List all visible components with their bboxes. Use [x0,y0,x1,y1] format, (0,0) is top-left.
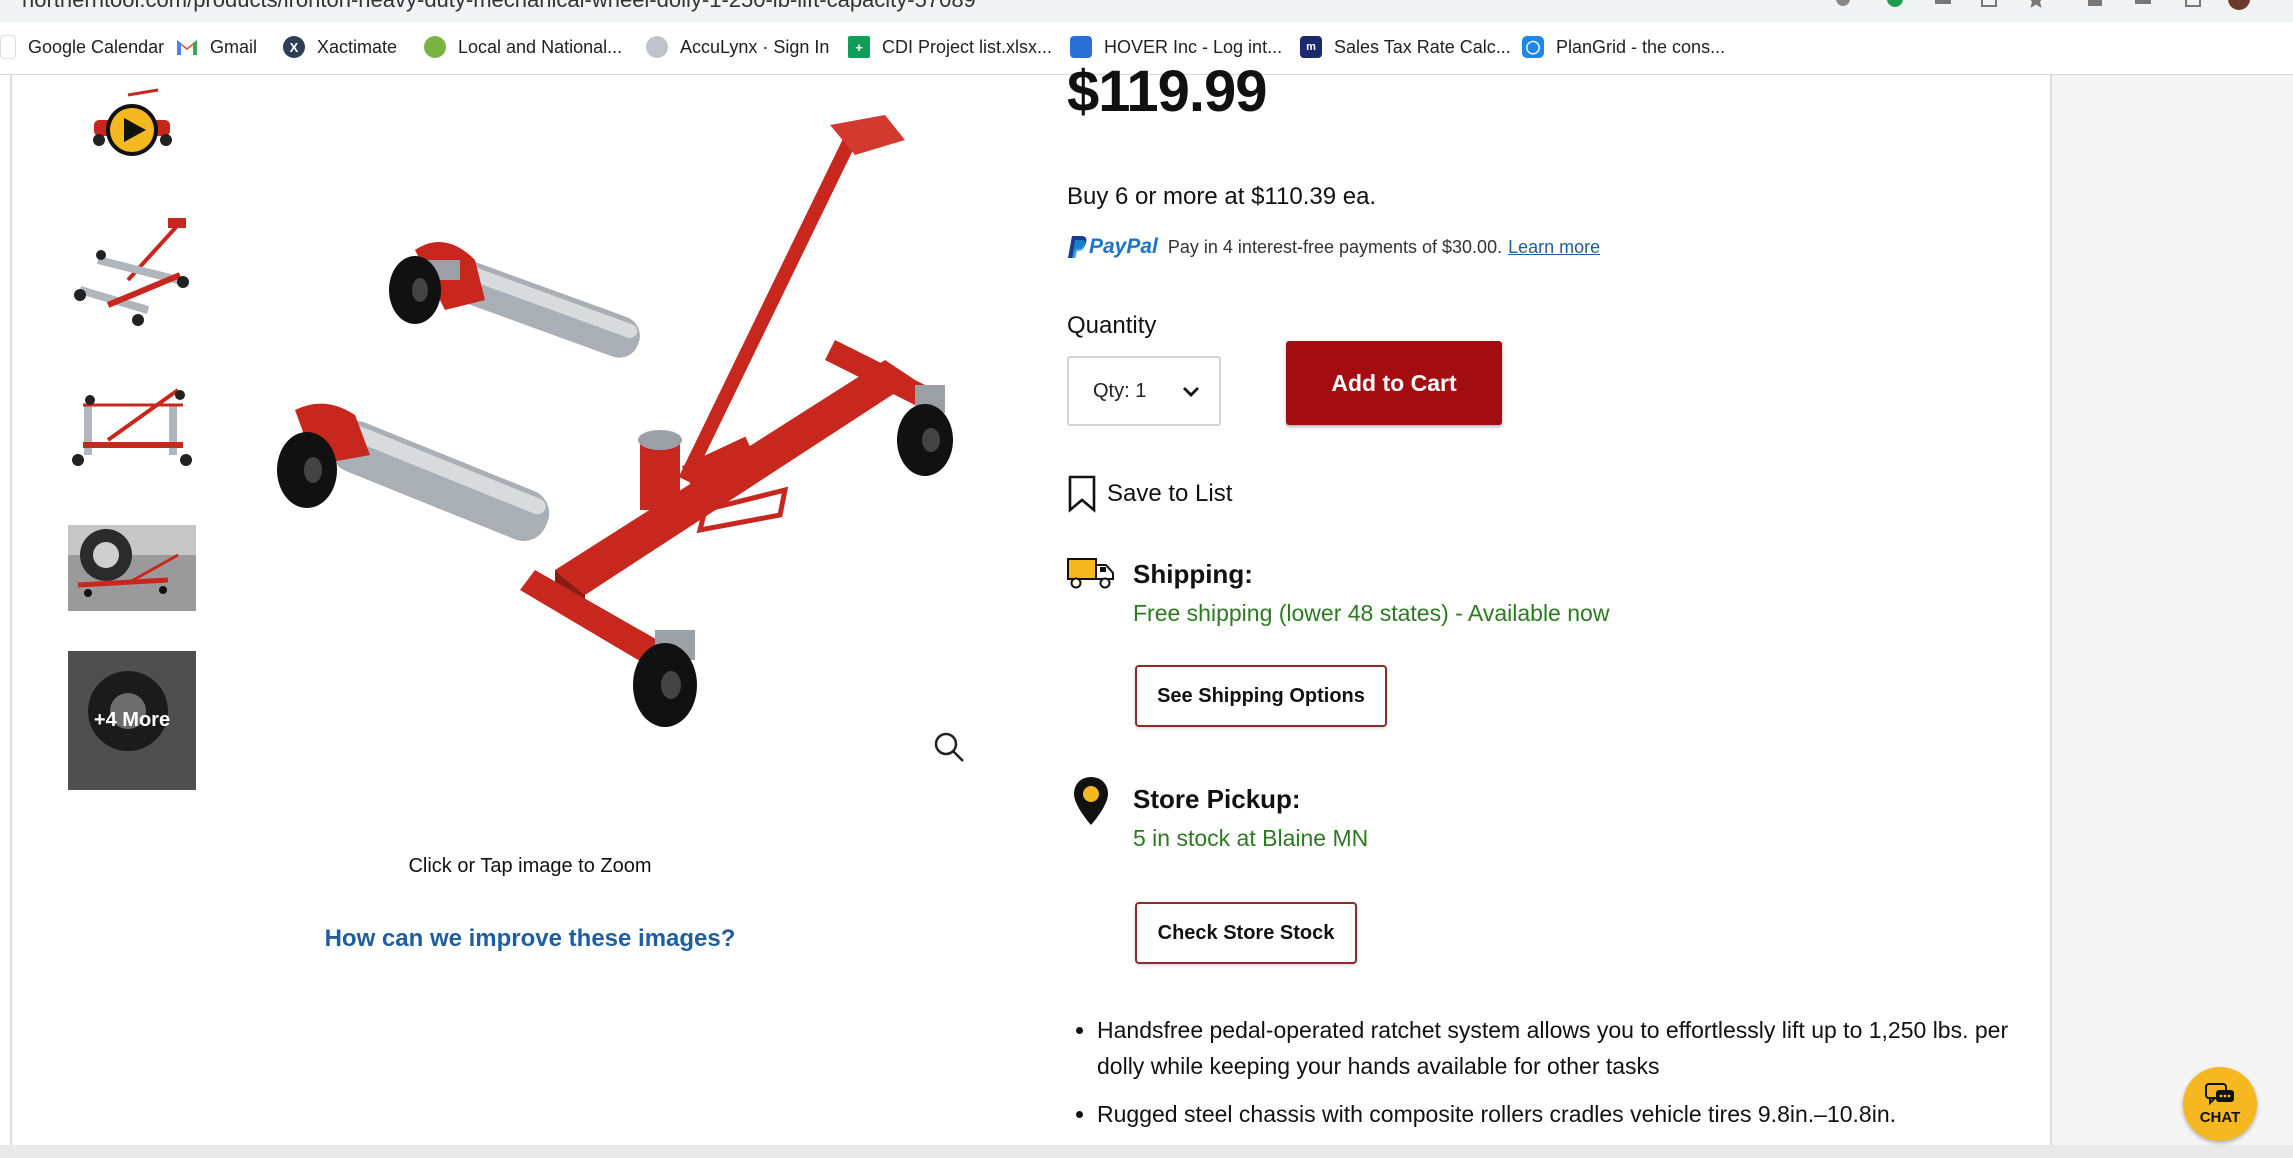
product-price: $119.99 [1067,59,1267,124]
store-pickup-heading: Store Pickup: [1133,784,1301,814]
feature-item: Handsfree pedal-operated ratchet system … [1097,1012,2017,1084]
url-text[interactable]: northerntool.com/products/ironton-heavy-… [22,0,976,13]
more-images-label[interactable]: +4 More [68,651,196,790]
paypal-installment-text: Pay in 4 interest-free payments of $30.0… [1167,236,1503,257]
bookmark-label: CDI Project list.xlsx... [882,36,1053,57]
dolly-thumbnail-image [74,218,189,326]
bookmark-label: HOVER Inc - Log int... [1104,36,1283,57]
video-play-icon [93,88,172,156]
feature-item: Rugged steel chassis with composite roll… [1097,1096,2017,1132]
feature-list: Handsfree pedal-operated ratchet system … [1067,1012,2017,1144]
google-calendar-icon [0,35,16,59]
bookmark-label: PlanGrid - the cons... [1556,36,1726,57]
bookmark-plangrid[interactable]: ◯ PlanGrid - the cons... [1522,32,1725,62]
quantity-value: Qty: 1 [1093,379,1147,402]
paypal-logo: PayPal [1067,234,1158,260]
bookmark-label: Gmail [210,36,258,57]
thumbnail-image-1[interactable] [68,210,196,340]
hover-icon [1070,36,1092,58]
shipping-availability: Free shipping (lower 48 states) - Availa… [1133,600,1610,626]
paypal-icon [1068,236,1087,258]
bookmark-google-calendar[interactable]: Google Calendar [0,32,164,62]
main-product-image[interactable] [255,110,1015,750]
paypal-installments: PayPal Pay in 4 interest-free payments o… [1067,232,1600,262]
zoom-caption: Click or Tap image to Zoom [408,855,652,877]
bookmark-gmail[interactable]: Gmail [176,32,257,62]
thumbnail-image-2[interactable] [68,365,196,475]
dolly-in-use-thumbnail-image [68,525,196,611]
bookmark-sales-tax[interactable]: m Sales Tax Rate Calc... [1300,32,1511,62]
shipping-heading: Shipping: [1133,559,1253,589]
thumbnail-video[interactable] [68,85,196,175]
bookmark-star-icon[interactable] [2025,0,2047,10]
quantity-label: Quantity [1067,312,1157,339]
chat-bubble-icon [2205,1083,2234,1106]
tab-search-icon[interactable] [2182,0,2204,10]
bookmark-label: Google Calendar [28,36,165,57]
extensions-icon[interactable] [2084,0,2106,10]
plangrid-icon: ◯ [1522,36,1544,58]
media-icon[interactable] [2132,0,2154,10]
store-stock-status: 5 in stock at Blaine MN [1133,825,1369,851]
bookmark-icon [1068,475,1096,513]
add-to-cart-button[interactable]: Add to Cart [1286,341,1502,425]
page-left-border [10,75,12,1145]
chevron-down-icon [1183,387,1199,397]
address-bar[interactable]: northerntool.com/products/ironton-heavy-… [0,0,2293,22]
save-to-list-button[interactable]: Save to List [1067,474,1232,514]
truck-icon [1067,558,1114,589]
sales-tax-icon: m [1300,36,1322,58]
horizontal-scrollbar[interactable] [0,1145,2293,1158]
acculynx-icon [646,36,668,58]
zoom-icon[interactable] [932,730,966,764]
sheets-icon: + [848,36,870,58]
share-icon[interactable] [1978,0,2000,10]
thumbnail-more[interactable]: +4 More [68,651,196,790]
thumbnail-image-3[interactable] [68,525,196,611]
bookmark-label: Sales Tax Rate Calc... [1334,36,1511,57]
see-shipping-options-button[interactable]: See Shipping Options [1135,665,1387,727]
gmail-icon [176,36,198,58]
improve-images-link[interactable]: How can we improve these images? [270,925,790,953]
notification-icon[interactable] [1832,0,1854,10]
bookmark-label: Xactimate [317,36,398,57]
profile-avatar-icon[interactable] [2228,0,2250,10]
bookmark-acculynx[interactable]: AccuLynx · Sign In [646,32,829,62]
print-icon[interactable] [1932,0,1954,10]
quantity-select[interactable]: Qty: 1 [1067,356,1221,426]
paypal-wordmark: PayPal [1089,235,1158,258]
dolly-thumbnail-image [72,388,192,466]
extension-g-icon[interactable] [1884,0,1906,10]
xactimate-icon: X [283,36,305,58]
save-to-list-label: Save to List [1107,480,1233,507]
page-right-gutter [2052,75,2293,1145]
bookmark-label: AccuLynx · Sign In [680,36,830,57]
location-pin-icon [1074,777,1108,825]
check-store-stock-button[interactable]: Check Store Stock [1135,902,1357,964]
local-national-icon [424,36,446,58]
bookmark-xactimate[interactable]: X Xactimate [283,32,397,62]
bookmark-label: Local and National... [458,36,623,57]
bulk-pricing-text: Buy 6 or more at $110.39 ea. [1067,183,1377,210]
bookmark-local-national[interactable]: Local and National... [424,32,622,62]
chat-button[interactable]: CHAT [2183,1067,2257,1141]
chat-label: CHAT [2199,1109,2241,1126]
bookmark-cdi-project-list[interactable]: + CDI Project list.xlsx... [848,32,1052,62]
paypal-learn-more-link[interactable]: Learn more [1508,237,1600,258]
